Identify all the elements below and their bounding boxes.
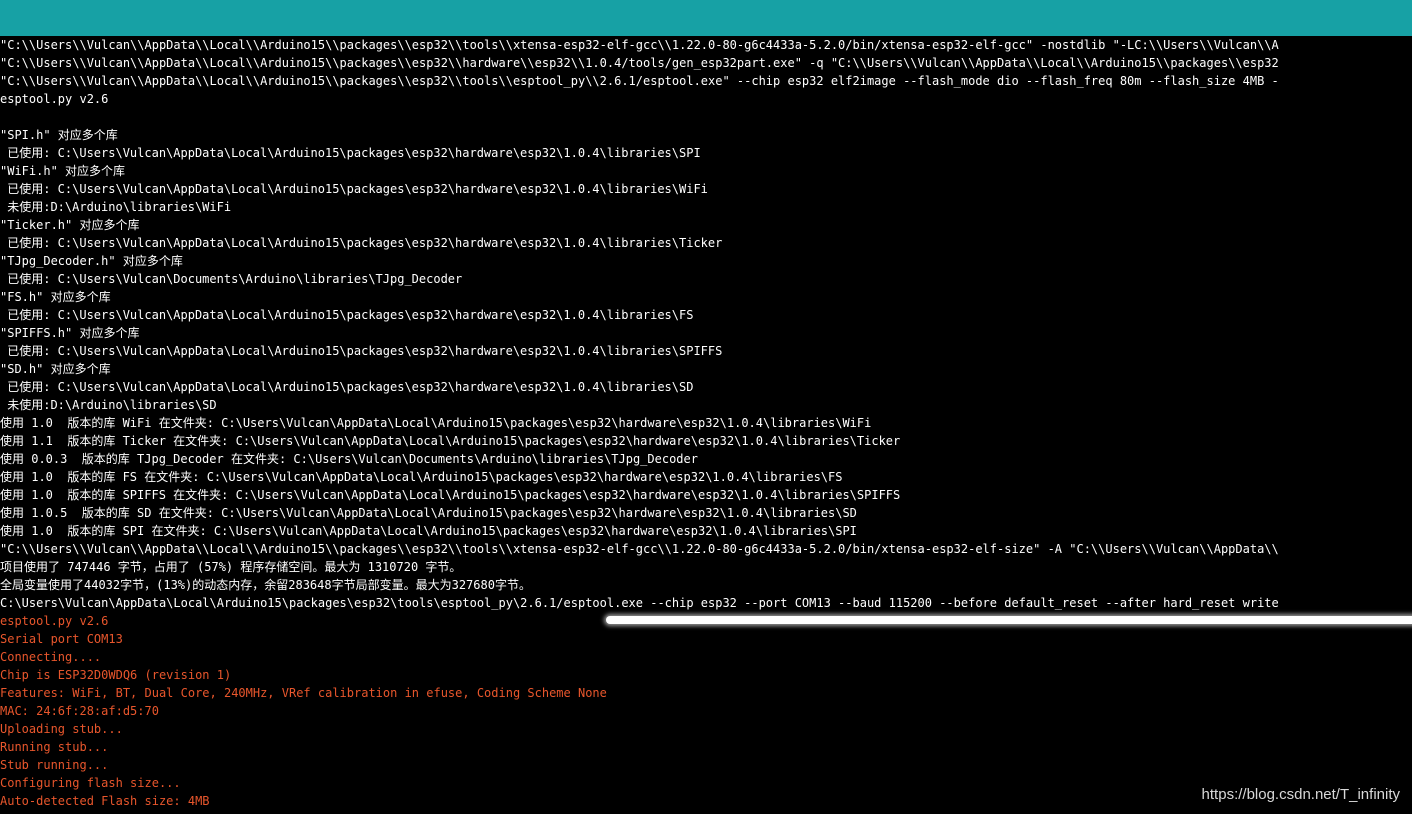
console-line: Configuring flash size... xyxy=(0,776,181,790)
console-line: Connecting.... xyxy=(0,650,102,664)
console-line: "C:\\Users\\Vulcan\\AppData\\Local\\Ardu… xyxy=(0,542,1279,556)
console-line: 使用 1.0.5 版本的库 SD 在文件夹: C:\Users\Vulcan\A… xyxy=(0,506,857,520)
console-line: "SD.h" 对应多个库 xyxy=(0,362,111,376)
console-line: 已使用: C:\Users\Vulcan\AppData\Local\Ardui… xyxy=(0,344,723,358)
console-line: 未使用:D:\Arduino\libraries\WiFi xyxy=(0,200,232,214)
console-line: 已使用: C:\Users\Vulcan\AppData\Local\Ardui… xyxy=(0,236,723,250)
console-output[interactable]: "C:\\Users\\Vulcan\\AppData\\Local\\Ardu… xyxy=(0,36,1412,814)
console-line: 已使用: C:\Users\Vulcan\AppData\Local\Ardui… xyxy=(0,308,694,322)
console-line: "C:\\Users\\Vulcan\\AppData\\Local\\Ardu… xyxy=(0,56,1279,70)
console-line: 已使用: C:\Users\Vulcan\AppData\Local\Ardui… xyxy=(0,182,708,196)
console-line: Running stub... xyxy=(0,740,109,754)
console-line: esptool.py v2.6 xyxy=(0,92,109,106)
console-line: Stub running... xyxy=(0,758,109,772)
console-line: esptool.py v2.6 xyxy=(0,614,109,628)
console-line: Features: WiFi, BT, Dual Core, 240MHz, V… xyxy=(0,686,607,700)
console-line: Uploading stub... xyxy=(0,722,123,736)
console-line: 已使用: C:\Users\Vulcan\AppData\Local\Ardui… xyxy=(0,146,701,160)
console-line: "SPIFFS.h" 对应多个库 xyxy=(0,326,140,340)
watermark: https://blog.csdn.net/T_infinity xyxy=(1201,786,1400,803)
console-line: 项目使用了 747446 字节，占用了 (57%) 程序存储空间。最大为 131… xyxy=(0,560,462,574)
console-line: 未使用:D:\Arduino\libraries\SD xyxy=(0,398,217,412)
console-line: MAC: 24:6f:28:af:d5:70 xyxy=(0,704,159,718)
console-line: 全局变量使用了44032字节，(13%)的动态内存，余留283648字节局部变量… xyxy=(0,578,531,592)
console-line: "Ticker.h" 对应多个库 xyxy=(0,218,140,232)
console-line: Chip is ESP32D0WDQ6 (revision 1) xyxy=(0,668,232,682)
console-line: 使用 1.0 版本的库 SPI 在文件夹: C:\Users\Vulcan\Ap… xyxy=(0,524,857,538)
console-line: Serial port COM13 xyxy=(0,632,123,646)
console-line: "C:\\Users\\Vulcan\\AppData\\Local\\Ardu… xyxy=(0,74,1279,88)
console-line: 已使用: C:\Users\Vulcan\AppData\Local\Ardui… xyxy=(0,380,694,394)
console-line: "C:\\Users\\Vulcan\\AppData\\Local\\Ardu… xyxy=(0,38,1279,52)
console-line: 使用 1.0 版本的库 WiFi 在文件夹: C:\Users\Vulcan\A… xyxy=(0,416,872,430)
console-line: 使用 1.0 版本的库 SPIFFS 在文件夹: C:\Users\Vulcan… xyxy=(0,488,901,502)
console-line: 已使用: C:\Users\Vulcan\Documents\Arduino\l… xyxy=(0,272,463,286)
console-line: "SPI.h" 对应多个库 xyxy=(0,128,118,142)
redaction-bar xyxy=(606,616,1412,624)
console-line: "TJpg_Decoder.h" 对应多个库 xyxy=(0,254,183,268)
console-line: Auto-detected Flash size: 4MB xyxy=(0,794,210,808)
console-line: "FS.h" 对应多个库 xyxy=(0,290,111,304)
console-line: 使用 0.0.3 版本的库 TJpg_Decoder 在文件夹: C:\User… xyxy=(0,452,698,466)
console-line: 使用 1.1 版本的库 Ticker 在文件夹: C:\Users\Vulcan… xyxy=(0,434,901,448)
ide-toolbar xyxy=(0,0,1412,36)
console-line: 使用 1.0 版本的库 FS 在文件夹: C:\Users\Vulcan\App… xyxy=(0,470,843,484)
console-line: C:\Users\Vulcan\AppData\Local\Arduino15\… xyxy=(0,596,1279,610)
console-line: "WiFi.h" 对应多个库 xyxy=(0,164,126,178)
